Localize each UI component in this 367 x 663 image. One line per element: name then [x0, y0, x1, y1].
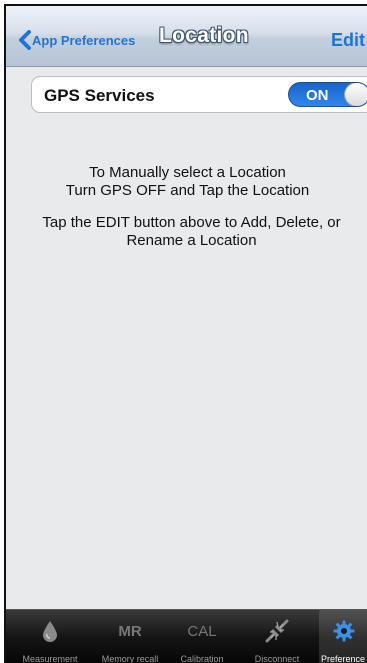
edit-button[interactable]: Edit	[331, 30, 365, 51]
tab-measurement[interactable]: Measurement	[6, 610, 94, 663]
tab-calibration[interactable]: CAL Calibration	[168, 610, 236, 663]
tab-label: Measurement	[22, 654, 78, 663]
edit-instructions: Tap the EDIT button above to Add, Delete…	[10, 214, 367, 250]
gps-toggle[interactable]: ON	[288, 82, 367, 107]
tab-label: Disconnect	[254, 654, 300, 663]
chevron-left-icon	[19, 30, 31, 50]
tab-label: Preference	[321, 654, 366, 663]
instruction-line-3: Tap the EDIT button above to Add, Delete…	[42, 214, 341, 231]
navigation-bar: App Preferences Location Edit	[6, 6, 367, 67]
instruction-line-4: Rename a Location	[126, 232, 257, 249]
toggle-state-label: ON	[306, 87, 329, 104]
tab-disconnect[interactable]: Disconnect	[238, 610, 316, 663]
tab-label: Calibration	[180, 654, 224, 663]
app-screen: App Preferences Location Edit GPS Servic…	[4, 4, 367, 663]
tab-memory-recall[interactable]: MR Memory recall	[94, 610, 166, 663]
instruction-line-2: Turn GPS OFF and Tap the Location	[65, 182, 310, 199]
calibration-icon: CAL	[187, 622, 217, 640]
back-button[interactable]: App Preferences	[18, 30, 135, 50]
memory-recall-icon: MR	[118, 622, 142, 640]
drop-icon	[43, 621, 57, 642]
page-title: Location	[159, 24, 249, 47]
manual-location-instructions: To Manually select a Location Turn GPS O…	[6, 164, 367, 200]
tab-label: Memory recall	[101, 654, 159, 663]
disconnect-icon	[265, 619, 289, 643]
gear-icon	[333, 620, 355, 642]
toggle-knob	[344, 83, 367, 106]
gps-services-label: GPS Services	[44, 86, 155, 105]
tab-preference[interactable]: Preference	[319, 610, 367, 663]
gps-services-row: GPS Services ON	[31, 76, 367, 113]
instruction-line-1: To Manually select a Location	[89, 164, 286, 181]
tab-bar: Measurement MR Memory recall CAL Calibra…	[6, 609, 367, 663]
back-button-label: App Preferences	[32, 32, 136, 48]
